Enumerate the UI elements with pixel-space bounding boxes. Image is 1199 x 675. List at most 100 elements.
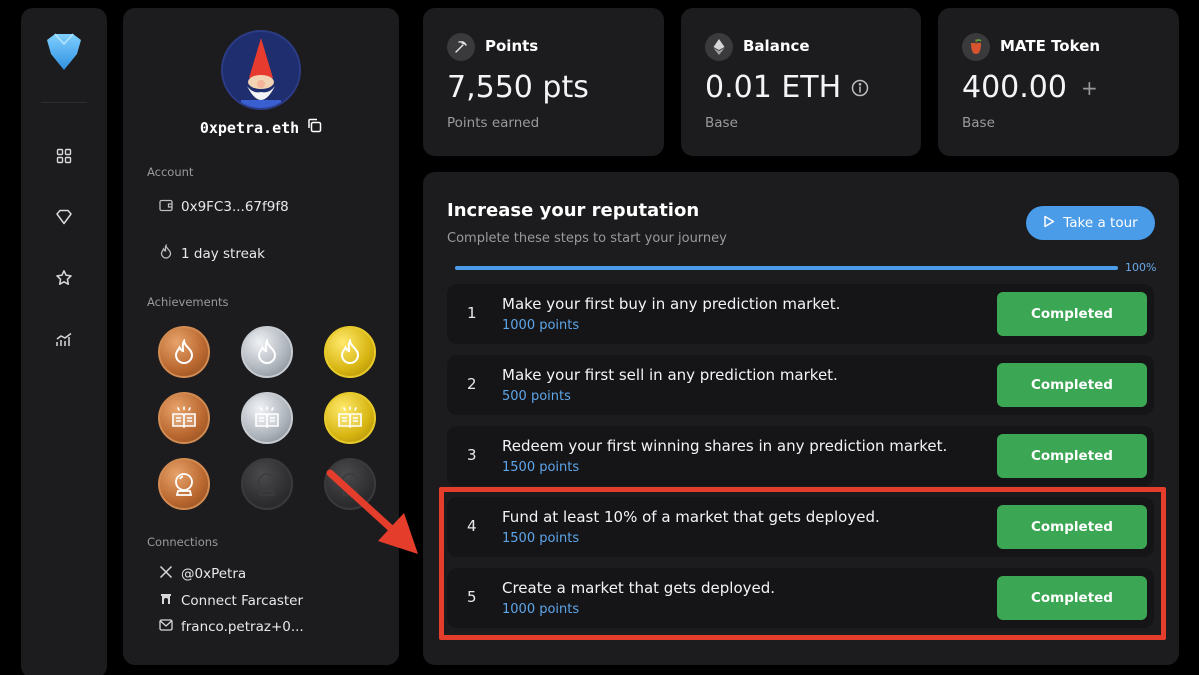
connection-email-text: franco.petraz+0... (181, 619, 304, 635)
achievement-badge-flame-silver[interactable] (241, 326, 293, 378)
account-label: Account (147, 165, 194, 179)
sidebar-rail (21, 8, 107, 675)
farcaster-icon (159, 592, 173, 610)
grid-icon[interactable] (52, 144, 76, 168)
reputation-progress-bar (455, 266, 1118, 270)
copy-icon[interactable] (307, 118, 322, 137)
step-text: Make your first sell in any prediction m… (502, 366, 838, 384)
streak-row: 1 day streak (159, 243, 265, 263)
achievement-badge-flame-bronze[interactable] (158, 326, 210, 378)
pickaxe-icon (447, 33, 475, 61)
balance-card: Balance 0.01 ETH Base (681, 8, 921, 156)
balance-value: 0.01 ETH (705, 70, 869, 105)
step-completed-button[interactable]: Completed (997, 576, 1147, 620)
connection-x[interactable]: @0xPetra (159, 565, 246, 583)
achievement-badge-book-bronze[interactable] (158, 392, 210, 444)
star-icon[interactable] (52, 266, 76, 290)
crystal-ball-icon (341, 473, 359, 496)
achievements-label: Achievements (147, 295, 229, 309)
achievement-badge-crystal-locked[interactable] (241, 458, 293, 510)
streak-text: 1 day streak (181, 245, 265, 262)
mate-token-card: MATE Token 400.00 + Base (938, 8, 1179, 156)
step-row: 5 Create a market that gets deployed. 10… (447, 568, 1154, 628)
step-number: 3 (467, 446, 477, 464)
diamond-icon[interactable] (52, 205, 76, 229)
crystal-ball-icon (175, 473, 193, 496)
ens-name: 0xpetra.eth (199, 118, 300, 137)
add-token-button[interactable]: + (1081, 76, 1098, 100)
achievement-badge-flame-gold[interactable] (324, 326, 376, 378)
take-tour-label: Take a tour (1063, 215, 1138, 231)
wallet-icon (159, 198, 173, 216)
account-address: 0x9FC3...67f9f8 (181, 199, 289, 215)
step-points: 500 points (502, 389, 571, 404)
mate-token-value: 400.00 + (962, 70, 1098, 105)
flame-icon (159, 243, 173, 263)
account-address-row[interactable]: 0x9FC3...67f9f8 (159, 198, 289, 216)
mate-token-label: MATE Token (1000, 37, 1101, 55)
balance-value-text: 0.01 ETH (705, 70, 842, 105)
connections-label: Connections (147, 535, 219, 549)
reputation-panel: Increase your reputation Complete these … (423, 172, 1179, 665)
ens-name-row: 0xpetra.eth (123, 118, 399, 137)
avatar (221, 30, 301, 110)
step-number: 5 (467, 588, 477, 606)
step-row: 3 Redeem your first winning shares in an… (447, 426, 1154, 486)
step-points: 1000 points (502, 318, 580, 333)
step-text: Make your first buy in any prediction ma… (502, 295, 841, 313)
chart-icon[interactable] (52, 328, 76, 352)
step-row: 1 Make your first buy in any prediction … (447, 284, 1154, 344)
step-row: 2 Make your first sell in any prediction… (447, 355, 1154, 415)
take-tour-button[interactable]: Take a tour (1026, 206, 1155, 240)
step-completed-button[interactable]: Completed (997, 363, 1147, 407)
reputation-progress-fill (455, 266, 1118, 270)
reputation-subtitle: Complete these steps to start your journ… (447, 231, 727, 246)
gem-logo-icon[interactable] (43, 32, 85, 72)
points-label: Points (485, 37, 539, 55)
step-points: 1500 points (502, 531, 580, 546)
crystal-ball-icon (258, 473, 276, 496)
step-text: Create a market that gets deployed. (502, 579, 776, 597)
info-icon[interactable] (851, 70, 869, 105)
mail-icon (159, 619, 173, 635)
flame-icon (340, 339, 360, 364)
balance-label: Balance (743, 37, 810, 55)
achievement-badge-book-gold[interactable] (324, 392, 376, 444)
step-text: Fund at least 10% of a market that gets … (502, 508, 880, 526)
mate-token-icon (962, 33, 990, 61)
book-icon (338, 406, 362, 429)
step-number: 4 (467, 517, 477, 535)
achievement-badge-crystal-bronze[interactable] (158, 458, 210, 510)
points-value: 7,550 pts (447, 70, 589, 105)
step-number: 1 (467, 304, 477, 322)
connection-email[interactable]: franco.petraz+0... (159, 619, 304, 635)
step-points: 1500 points (502, 460, 580, 475)
achievement-badge-book-silver[interactable] (241, 392, 293, 444)
reputation-title: Increase your reputation (447, 200, 700, 221)
connection-x-text: @0xPetra (181, 566, 247, 582)
connection-farcaster[interactable]: Connect Farcaster (159, 592, 303, 610)
step-row: 4 Fund at least 10% of a market that get… (447, 497, 1154, 557)
flame-icon (174, 339, 194, 364)
points-card: Points 7,550 pts Points earned (423, 8, 664, 156)
connection-farcaster-text: Connect Farcaster (181, 593, 304, 609)
mate-token-value-text: 400.00 (962, 70, 1067, 105)
flame-icon (257, 339, 277, 364)
book-icon (172, 406, 196, 429)
x-logo-icon (159, 565, 173, 583)
points-value-text: 7,550 pts (447, 70, 589, 105)
step-completed-button[interactable]: Completed (997, 505, 1147, 549)
balance-sub: Base (705, 115, 738, 131)
rail-divider (41, 102, 87, 103)
step-text: Redeem your first winning shares in any … (502, 437, 948, 455)
book-icon (255, 406, 279, 429)
ethereum-icon (705, 33, 733, 61)
step-points: 1000 points (502, 602, 580, 617)
step-completed-button[interactable]: Completed (997, 292, 1147, 336)
points-sub: Points earned (447, 115, 540, 131)
reputation-progress-label: 100% (1125, 261, 1157, 274)
play-icon (1043, 215, 1055, 232)
mate-token-sub: Base (962, 115, 995, 131)
step-completed-button[interactable]: Completed (997, 434, 1147, 478)
achievement-badge-crystal-locked-2[interactable] (324, 458, 376, 510)
